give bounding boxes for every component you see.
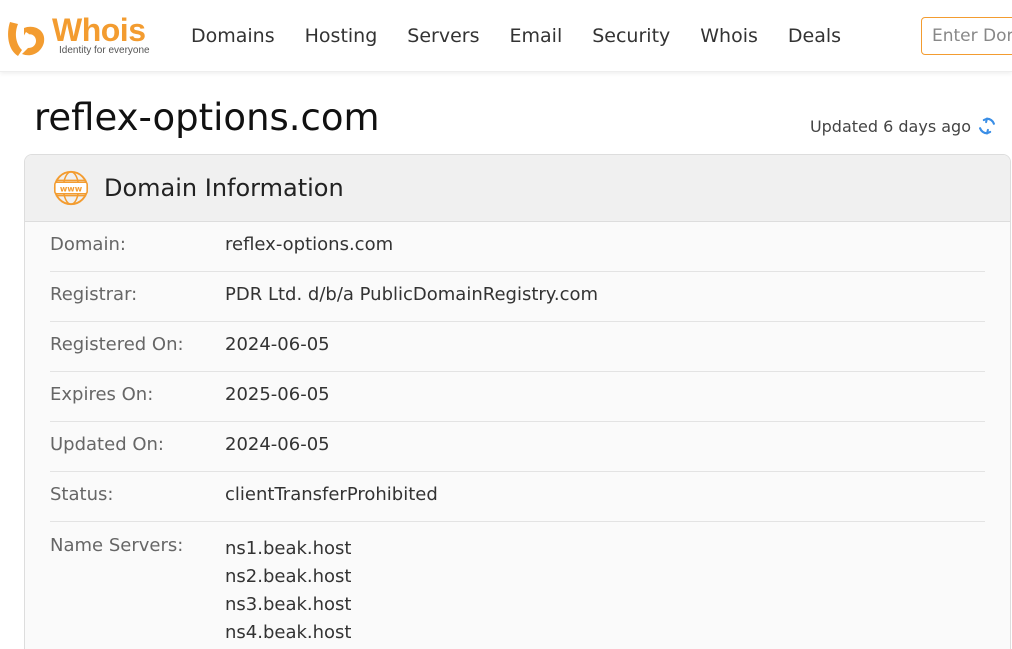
row-value: 2025-06-05 <box>225 384 330 405</box>
nav-email[interactable]: Email <box>495 0 578 72</box>
nav-deals[interactable]: Deals <box>773 0 856 72</box>
row-label: Registered On: <box>50 334 184 355</box>
info-row-domain: Domain: reflex-options.com <box>50 222 985 272</box>
logo-wordmark: Whois <box>52 12 146 48</box>
row-value: 2024-06-05 <box>225 334 330 355</box>
row-label: Name Servers: <box>50 535 184 556</box>
nav-domains[interactable]: Domains <box>176 0 290 72</box>
domain-search-input[interactable] <box>921 17 1012 55</box>
updated-text: Updated 6 days ago <box>809 116 971 136</box>
whois-logo[interactable]: Whois Identity for everyone <box>4 12 164 60</box>
top-header: Whois Identity for everyone Domains Host… <box>0 0 1012 72</box>
card-header: www Domain Information <box>25 155 1010 222</box>
nav-hosting[interactable]: Hosting <box>290 0 393 72</box>
logo-tagline: Identity for everyone <box>59 45 150 56</box>
name-server-list: ns1.beak.host ns2.beak.host ns3.beak.hos… <box>225 522 352 647</box>
name-server-item: ns2.beak.host <box>225 566 352 587</box>
row-label: Registrar: <box>50 284 138 305</box>
name-server-item: ns1.beak.host <box>225 538 352 559</box>
card-title: Domain Information <box>104 174 344 202</box>
info-row-expires-on: Expires On: 2025-06-05 <box>50 372 985 422</box>
info-row-status: Status: clientTransferProhibited <box>50 472 985 522</box>
nav-servers[interactable]: Servers <box>392 0 494 72</box>
row-label: Expires On: <box>50 384 154 405</box>
nav-security[interactable]: Security <box>577 0 685 72</box>
page-title: reflex-options.com <box>34 96 380 139</box>
name-server-item: ns4.beak.host <box>225 622 352 643</box>
whois-logo-icon <box>8 22 45 56</box>
row-value: reflex-options.com <box>225 234 394 255</box>
domain-info-card: www Domain Information Domain: reflex-op… <box>24 154 1011 649</box>
refresh-icon[interactable] <box>976 115 998 137</box>
svg-text:www: www <box>60 184 83 193</box>
info-row-name-servers: Name Servers: ns1.beak.host ns2.beak.hos… <box>50 522 985 647</box>
info-row-updated-on: Updated On: 2024-06-05 <box>50 422 985 472</box>
nav-whois[interactable]: Whois <box>685 0 773 72</box>
www-globe-icon: www <box>53 170 89 206</box>
updated-status: Updated 6 days ago <box>810 115 998 137</box>
row-label: Domain: <box>50 234 126 255</box>
row-value: clientTransferProhibited <box>225 484 438 505</box>
row-label: Updated On: <box>50 434 164 455</box>
info-row-registered-on: Registered On: 2024-06-05 <box>50 322 985 372</box>
main-nav: Domains Hosting Servers Email Security W… <box>176 0 856 72</box>
name-server-item: ns3.beak.host <box>225 594 352 615</box>
row-value: PDR Ltd. d/b/a PublicDomainRegistry.com <box>225 284 599 305</box>
info-row-registrar: Registrar: PDR Ltd. d/b/a PublicDomainRe… <box>50 272 985 322</box>
domain-info-table: Domain: reflex-options.com Registrar: PD… <box>25 222 1010 647</box>
row-label: Status: <box>50 484 114 505</box>
row-value: 2024-06-05 <box>225 434 330 455</box>
